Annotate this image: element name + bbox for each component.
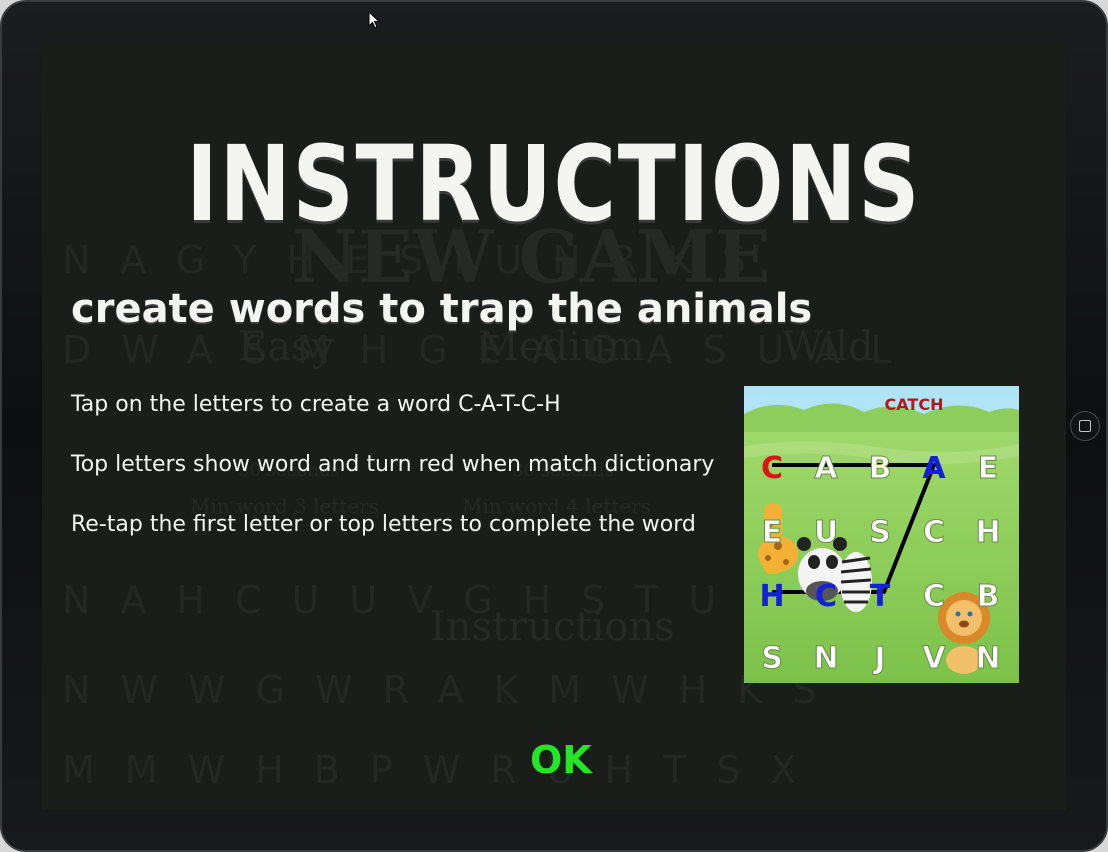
grid-letter[interactable]: E [761, 515, 783, 551]
mouse-cursor-icon [368, 11, 380, 29]
zebra-icon [840, 552, 872, 612]
background-letter-row: MMWHBPWRUHTSX [62, 748, 827, 792]
grid-letter[interactable]: H [975, 515, 1001, 551]
grid-letter[interactable]: C [922, 579, 945, 615]
grid-letter[interactable]: V [922, 641, 947, 677]
background-instructions-link: Instructions [430, 604, 675, 650]
grid-letter[interactable]: U [813, 515, 838, 551]
grid-letter[interactable]: H [759, 579, 784, 614]
example-board: CATCH C A B A EE U S C HH C T C BS N J V N [744, 386, 1019, 683]
grid-letter[interactable]: S [869, 515, 892, 551]
grid-letter[interactable]: C [761, 451, 783, 486]
grid-letter[interactable]: N [975, 641, 1001, 677]
page-subtitle: create words to trap the animals [71, 286, 813, 332]
page-title: INSTRUCTIONS [186, 123, 922, 245]
grid-letter[interactable]: B [868, 451, 892, 487]
grid-letter[interactable]: S [761, 641, 784, 677]
grid-letter[interactable]: B [976, 579, 1000, 615]
example-gameplay-image: CATCH CABAEEUSCHHCTCBSNJVN [744, 386, 1019, 683]
grid-letter[interactable]: C [922, 515, 945, 551]
preview-current-word: CATCH [885, 395, 944, 414]
home-button-icon[interactable] [1070, 411, 1100, 441]
grid-letter[interactable]: N [813, 641, 839, 677]
background-letter-row: NWWGWRAKMWHKS [62, 668, 847, 712]
grid-letter[interactable]: E [977, 451, 999, 487]
ok-button[interactable]: OK [530, 738, 592, 782]
instruction-line: Top letters show word and turn red when … [71, 452, 715, 477]
grid-letter[interactable]: T [870, 579, 891, 614]
grid-letter[interactable]: A [922, 451, 946, 486]
game-screen: NAGYHESIUNRKS DWASMHGEAGASUAL NAHCUUVGHS… [42, 42, 1066, 810]
grid-letter[interactable]: J [872, 641, 886, 677]
instruction-line: Re-tap the first letter or top letters t… [71, 512, 696, 537]
grid-letter[interactable]: A [814, 451, 839, 487]
instruction-line: Tap on the letters to create a word C-A-… [71, 392, 561, 417]
grid-letter[interactable]: C [815, 579, 837, 614]
